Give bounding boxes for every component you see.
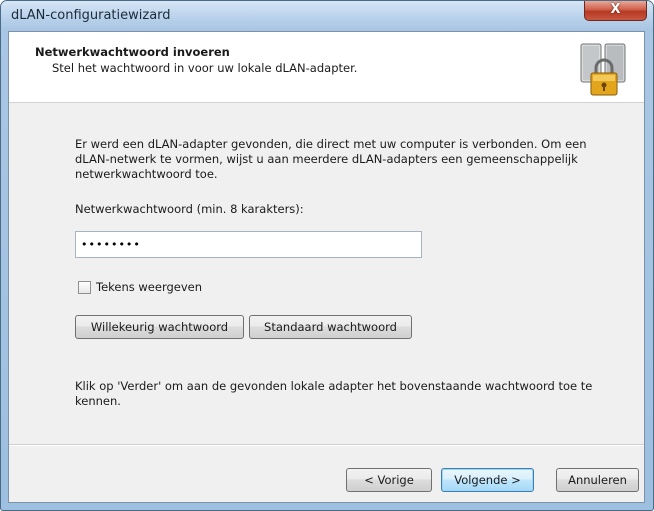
footer-separator [9,444,644,446]
page-title: Netwerkwachtwoord invoeren [35,45,230,59]
standard-password-button[interactable]: Standaard wachtwoord [249,315,412,339]
header-band: Netwerkwachtwoord invoeren Stel het wach… [9,32,644,103]
close-icon: X [610,2,621,17]
random-password-button[interactable]: Willekeurig wachtwoord [75,315,244,339]
wizard-window: dLAN-configuratiewizard X Netwerkwachtwo… [0,0,654,511]
description-text: Er werd een dLAN-adapter gevonden, die d… [75,137,587,181]
wizard-content: Netwerkwachtwoord invoeren Stel het wach… [8,31,645,503]
back-button[interactable]: < Vorige [346,468,432,492]
password-input[interactable] [75,231,422,258]
lock-adapter-icon [580,43,626,96]
window-title: dLAN-configuratiewizard [11,8,171,23]
password-label: Netwerkwachtwoord (min. 8 karakters): [75,202,304,216]
info-text: Klik op 'Verder' om aan de gevonden loka… [75,379,593,408]
next-button[interactable]: Volgende > [441,468,534,492]
show-chars-row[interactable]: Tekens weergeven [78,279,202,295]
show-chars-label: Tekens weergeven [96,280,203,294]
page-subtitle: Stel het wachtwoord in voor uw lokale dL… [52,61,358,75]
show-chars-checkbox[interactable] [78,280,91,294]
title-bar[interactable]: dLAN-configuratiewizard X [1,1,653,31]
cancel-button[interactable]: Annuleren [556,468,639,492]
close-button[interactable]: X [584,1,647,21]
